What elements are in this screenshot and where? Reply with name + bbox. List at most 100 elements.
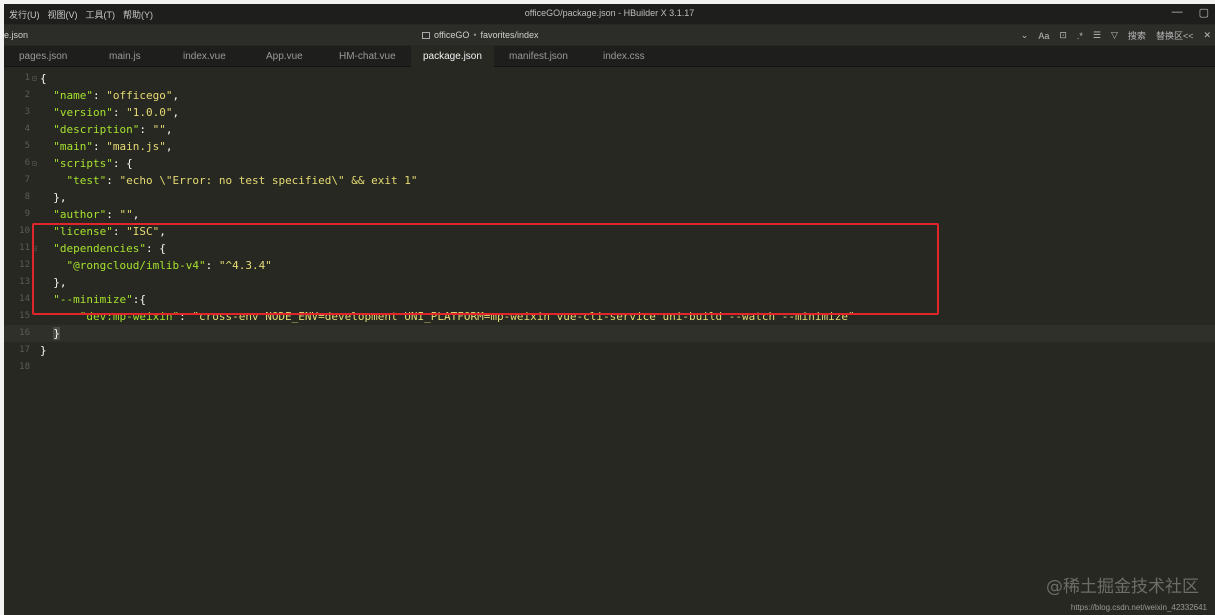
tab-index-vue[interactable]: index.vue (171, 46, 238, 67)
minimize-icon[interactable]: — (1172, 6, 1183, 19)
code-token: "main" (53, 140, 93, 153)
line-number: 1 (24, 73, 30, 83)
breadcrumb-project[interactable]: officeGO (434, 30, 469, 40)
fold-icon[interactable]: ⊟ (32, 155, 37, 172)
search-button[interactable]: 搜索 (1128, 29, 1146, 42)
file-title: e.json (4, 30, 29, 40)
chevron-down-icon[interactable]: ⌄ (1021, 30, 1029, 41)
code-text: "scripts": { (40, 155, 133, 172)
code-text: "test": "echo \"Error: no test specified… (40, 172, 418, 189)
line-number: 17 (19, 345, 30, 355)
tab-app-vue[interactable]: App.vue (254, 46, 315, 67)
code-line[interactable]: 5 "main": "main.js", (4, 138, 1215, 155)
code-token: "test" (66, 174, 107, 187)
line-number: 18 (19, 362, 30, 372)
code-token: : (112, 106, 127, 119)
code-token: "" (152, 123, 166, 136)
line-number: 16 (19, 328, 30, 338)
code-token: "officego" (106, 89, 173, 102)
code-line[interactable]: 6 ⊟ "scripts": { (4, 155, 1215, 172)
tab-main-js[interactable]: main.js (97, 46, 153, 67)
tab-manifest-json[interactable]: manifest.json (497, 46, 580, 67)
source-url: https://blog.csdn.net/weixin_42332641 (1070, 603, 1207, 612)
code-line[interactable]: 1 ⊟{ (4, 70, 1215, 87)
code-token: "scripts" (53, 157, 113, 170)
code-token: "version" (53, 106, 113, 119)
code-editor[interactable]: 1 ⊟{2 "name": "officego", 3 "version": "1.… (4, 68, 1215, 615)
maximize-icon[interactable]: ▢ (1199, 6, 1209, 19)
code-token: "description" (53, 123, 140, 136)
line-number: 4 (24, 124, 30, 134)
search-toolbar: ⌄ Aa ⊡ .* ☰ ▽ 搜索 替换区<< ✕ (1021, 29, 1211, 42)
code-line[interactable]: 4 "description": "", (4, 121, 1215, 138)
code-line[interactable]: 9 "author": "", (4, 206, 1215, 223)
code-token: , (172, 106, 180, 119)
code-text: "version": "1.0.0", (40, 104, 179, 121)
editor-window: 发行(U) 视图(V) 工具(T) 帮助(Y) officeGO/package… (4, 4, 1215, 615)
line-number: 2 (24, 90, 30, 100)
line-number: 8 (24, 192, 30, 202)
code-token: "1.0.0" (126, 106, 173, 119)
code-token: { (40, 72, 47, 85)
replace-toggle-button[interactable]: 替换区<< (1156, 29, 1194, 42)
breadcrumb: officeGO • favorites/index (422, 30, 539, 40)
code-token: , (172, 89, 180, 102)
line-number: 13 (19, 277, 30, 287)
line-number: 11 (19, 243, 30, 253)
code-text: } (40, 342, 47, 359)
code-token: : (93, 140, 107, 153)
code-token: : (139, 123, 153, 136)
watermark: @稀土掘金技术社区 (1046, 577, 1199, 597)
code-line[interactable]: 17} (4, 342, 1215, 359)
code-line[interactable]: 8 }, (4, 189, 1215, 206)
code-line[interactable]: 2 "name": "officego", (4, 87, 1215, 104)
code-line[interactable]: 16 } (4, 325, 1215, 342)
line-number: 6 (24, 158, 30, 168)
whole-word-icon[interactable]: ⊡ (1059, 30, 1067, 41)
code-token: "echo \"Error: no test specified\" && ex… (119, 174, 418, 187)
code-line[interactable]: 3 "version": "1.0.0", (4, 104, 1215, 121)
fold-icon[interactable]: ⊟ (32, 70, 37, 87)
line-number: 5 (24, 141, 30, 151)
code-line[interactable]: 7 "test": "echo \"Error: no test specifi… (4, 172, 1215, 189)
highlight-annotation (32, 223, 939, 315)
code-text: { (40, 70, 47, 87)
tab-hm-chat-vue[interactable]: HM-chat.vue (327, 46, 408, 67)
regex-icon[interactable]: .* (1077, 31, 1083, 41)
project-icon (422, 31, 430, 39)
breadcrumb-path[interactable]: favorites/index (481, 30, 539, 40)
code-token: "author" (53, 208, 107, 221)
code-token: "name" (53, 89, 93, 102)
tab-pages-json[interactable]: pages.json (7, 46, 79, 67)
code-token: }, (40, 191, 67, 204)
code-text: "author": "", (40, 206, 139, 223)
code-text: "main": "main.js", (40, 138, 172, 155)
code-line[interactable]: 18 (4, 359, 1215, 376)
tab-index-css[interactable]: index.css (591, 46, 657, 67)
tab-package-json[interactable]: package.json (411, 46, 494, 67)
code-token: , (165, 140, 173, 153)
code-token: "" (119, 208, 133, 221)
breadcrumb-bar: e.json officeGO • favorites/index ⌄ Aa ⊡… (4, 25, 1215, 45)
menu-bar: 发行(U) 视图(V) 工具(T) 帮助(Y) officeGO/package… (4, 4, 1215, 24)
code-token: , (165, 123, 173, 136)
code-text: "name": "officego", (40, 87, 179, 104)
line-number: 15 (19, 311, 30, 321)
match-case-icon[interactable]: Aa (1038, 31, 1049, 41)
close-icon[interactable]: ✕ (1203, 30, 1211, 41)
filter-icon[interactable]: ▽ (1111, 30, 1118, 41)
line-number: 7 (24, 175, 30, 185)
tab-bar: pages.json main.js index.vue App.vue HM-… (4, 46, 1215, 67)
code-token: } (40, 344, 47, 357)
window-title: officeGO/package.json - HBuilder X 3.1.1… (524, 8, 695, 18)
selection-icon[interactable]: ☰ (1093, 30, 1101, 41)
line-number: 3 (24, 107, 30, 117)
code-token: : { (112, 157, 133, 170)
